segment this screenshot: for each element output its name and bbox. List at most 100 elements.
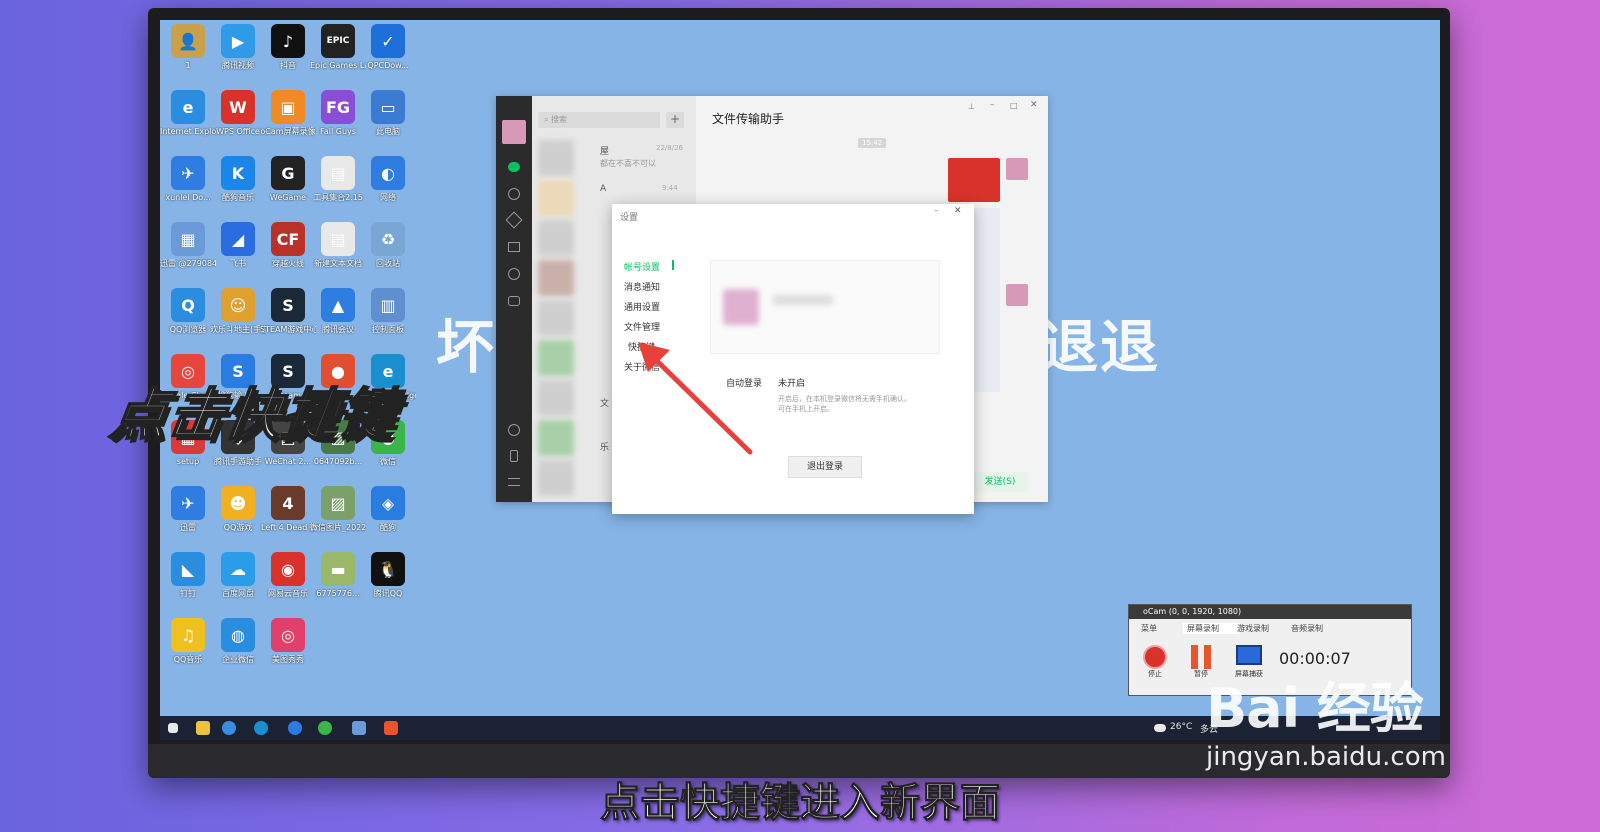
message-image[interactable] <box>948 158 1000 202</box>
chat-icon[interactable] <box>508 162 520 172</box>
start-icon[interactable] <box>168 723 178 733</box>
desktop-icon[interactable]: ◈ 酷狗 <box>360 486 416 533</box>
list-item[interactable] <box>538 140 574 176</box>
desktop-icon[interactable]: CF 穿越火线 <box>260 222 316 269</box>
desktop-icon[interactable]: Q QQ浏览器 <box>160 288 216 335</box>
desktop-icon-label: QPCDow... <box>367 61 409 70</box>
app-icon[interactable] <box>352 721 366 735</box>
settings-menu-files[interactable]: 文件管理 <box>624 320 660 333</box>
list-item[interactable] <box>538 260 574 296</box>
ocam-tab-menu[interactable]: 菜单 <box>1141 623 1181 634</box>
desktop-icon[interactable]: e Internet Explorer <box>160 90 216 137</box>
search-icon[interactable] <box>222 721 236 735</box>
desktop-icon[interactable]: G WeGame <box>260 156 316 203</box>
desktop-icon[interactable]: 4 Left 4 Dead 2 <box>260 486 316 533</box>
app-icon: ◐ <box>371 156 405 190</box>
ocam-tab-screen[interactable]: 屏幕录制 <box>1183 623 1239 634</box>
desktop-icon-label: 工具集合2.15 <box>313 193 363 202</box>
explorer-icon[interactable] <box>196 721 210 735</box>
desktop-icon-label: WPS Office <box>216 127 260 136</box>
desktop-icon[interactable]: 🐧 腾讯QQ <box>360 552 416 599</box>
ocam-tab-game[interactable]: 游戏录制 <box>1237 623 1285 634</box>
list-item[interactable] <box>538 420 574 456</box>
list-item[interactable] <box>538 460 574 496</box>
avatar[interactable] <box>502 120 526 144</box>
settings-menu-general[interactable]: 通用设置 <box>624 300 660 313</box>
desktop-icon[interactable]: ◉ 网易云音乐 <box>260 552 316 599</box>
minimize-icon[interactable]: – <box>990 100 995 110</box>
stop-button[interactable]: 停止 <box>1141 645 1169 679</box>
discover-icon[interactable] <box>508 424 520 436</box>
settings-menu-account[interactable]: 帐号设置 <box>624 260 660 273</box>
desktop-icon[interactable]: ▤ 工具集合2.15 <box>310 156 366 203</box>
minimize-icon[interactable]: – <box>934 206 939 216</box>
monitor-icon <box>1236 645 1262 665</box>
desktop-icon[interactable]: ♪ 抖音 <box>260 24 316 71</box>
moments-icon[interactable] <box>508 268 520 280</box>
desktop-icon-label: 穿越火线 <box>272 259 304 268</box>
edge-icon[interactable] <box>254 721 268 735</box>
self-avatar[interactable] <box>1006 158 1028 180</box>
desktop-icon[interactable]: ☁ 百度网盘 <box>210 552 266 599</box>
desktop-icon[interactable]: ▤ 新建文本文档 <box>310 222 366 269</box>
sogou-icon[interactable] <box>288 721 302 735</box>
desktop-icon[interactable]: W WPS Office <box>210 90 266 137</box>
logout-button[interactable]: 退出登录 <box>788 456 862 478</box>
desktop-icon[interactable]: ▨ 微信图片_2022030... <box>310 486 366 533</box>
desktop-icon[interactable]: FG Fall Guys <box>310 90 366 137</box>
desktop-icon[interactable]: ▥ 控制面板 <box>360 288 416 335</box>
favorites-icon[interactable] <box>505 211 523 229</box>
ocam-icon[interactable] <box>384 721 398 735</box>
menu-icon[interactable] <box>508 478 520 486</box>
desktop-icon[interactable]: ◍ 企业微信 <box>210 618 266 665</box>
desktop-icon[interactable]: ▦ 迅雷 @279084... <box>160 222 216 269</box>
list-item[interactable] <box>538 300 574 336</box>
desktop-icon[interactable]: ◢ 飞书 <box>210 222 266 269</box>
desktop-icon[interactable]: EPIC Epic Games Launcher <box>310 24 366 71</box>
app-icon: ◉ <box>271 552 305 586</box>
wechat-icon[interactable] <box>318 721 332 735</box>
desktop-icon[interactable]: S STEAM游戏中心 <box>260 288 316 335</box>
desktop-icon[interactable]: ▬ 6775776... <box>310 552 366 599</box>
close-icon[interactable]: ✕ <box>954 206 962 216</box>
desktop-icon[interactable]: ♻ 回收站 <box>360 222 416 269</box>
desktop-icon[interactable]: ▣ oCam屏幕录像 <box>260 90 316 137</box>
search-input[interactable]: ⌕ 搜索 <box>538 112 660 128</box>
list-item[interactable] <box>538 220 574 256</box>
app-icon: ▲ <box>321 288 355 322</box>
list-item[interactable] <box>538 340 574 376</box>
ocam-tab-audio[interactable]: 音频录制 <box>1291 623 1339 634</box>
desktop-icon[interactable]: K 酷狗音乐 <box>210 156 266 203</box>
desktop-icon-label: Left 4 Dead 2 <box>261 523 315 532</box>
desktop-icon[interactable]: ✓ QPCDow... <box>360 24 416 71</box>
add-button[interactable]: + <box>666 112 684 128</box>
message-image[interactable] <box>970 208 1000 392</box>
list-item[interactable] <box>538 180 574 216</box>
phone-icon[interactable] <box>510 450 518 462</box>
contacts-icon[interactable] <box>508 188 520 200</box>
desktop-icon[interactable]: ✈ xunlei Do... <box>160 156 216 203</box>
desktop-icon[interactable]: ▲ 腾讯会议 <box>310 288 366 335</box>
desktop-icon[interactable]: ◎ 美图秀秀 <box>260 618 316 665</box>
self-avatar[interactable] <box>1006 284 1028 306</box>
desktop-icon[interactable]: ☻ QQ游戏 <box>210 486 266 533</box>
desktop-icon[interactable]: ♫ QQ音乐 <box>160 618 216 665</box>
settings-menu-notifications[interactable]: 消息通知 <box>624 280 660 293</box>
desktop-icon[interactable]: 👤 1 <box>160 24 216 71</box>
desktop-icon[interactable]: ☺ 欢乐斗地主(手游电脑版) <box>210 288 266 335</box>
desktop-icon-label: QQ音乐 <box>173 655 203 664</box>
weather-temp[interactable]: 26°C <box>1170 722 1192 732</box>
app-icon: FG <box>321 90 355 124</box>
close-icon[interactable]: ✕ <box>1030 100 1038 110</box>
desktop-icon[interactable]: ◐ 网络 <box>360 156 416 203</box>
maximize-icon[interactable]: □ <box>1010 101 1018 110</box>
desktop-icon[interactable]: ◣ 钉钉 <box>160 552 216 599</box>
folder-icon[interactable] <box>508 242 520 252</box>
pin-icon[interactable]: ⊥ <box>968 102 975 111</box>
list-item[interactable] <box>538 380 574 416</box>
desktop-icon[interactable]: ▭ 此电脑 <box>360 90 416 137</box>
desktop-icon[interactable]: ✈ 迅雷 <box>160 486 216 533</box>
desktop-icon[interactable]: ▶ 腾讯视频 <box>210 24 266 71</box>
send-button[interactable]: 发送(S) <box>972 472 1028 492</box>
miniprogram-icon[interactable] <box>508 296 520 306</box>
